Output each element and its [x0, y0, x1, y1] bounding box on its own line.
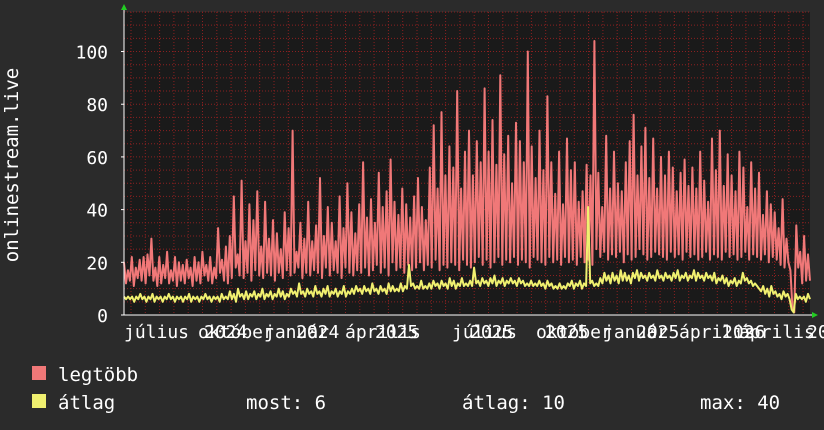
x-tick-label: 2024: [296, 322, 339, 343]
stat-max: max: 40: [700, 392, 780, 414]
stat-avg: átlag: 10: [462, 392, 565, 414]
x-tick-label: 2025: [375, 322, 418, 343]
chart-svg: 020406080100 július október2024 január2024…: [0, 0, 824, 430]
x-tick-label: 2024: [204, 322, 247, 343]
x-tick-label: július: [124, 322, 189, 343]
x-tick-label: 2025: [470, 322, 513, 343]
x-tick-label: 2025: [545, 322, 588, 343]
y-tick-label: 100: [75, 43, 108, 64]
y-tick-label: 60: [86, 148, 108, 169]
legend-swatch-legtobb: [32, 366, 46, 380]
x-tick-label: április: [739, 322, 815, 343]
x-ticks: július október2024 január2024 április2025 jú…: [124, 322, 824, 343]
y-tick-label: 40: [86, 201, 108, 222]
y-axis-label: onlinestream.live: [1, 68, 23, 262]
stat-now: most: 6: [246, 392, 326, 414]
y-tick-label: 80: [86, 95, 108, 116]
x-tick-label: 2025: [636, 322, 679, 343]
legend-label-legtobb: legtöbb: [58, 364, 138, 386]
legend-label-atlag: átlag: [58, 392, 115, 414]
y-tick-label: 0: [97, 306, 108, 327]
x-tick-label: 2026: [807, 322, 824, 343]
legend-swatch-atlag: [32, 394, 46, 408]
y-tick-label: 20: [86, 253, 108, 274]
